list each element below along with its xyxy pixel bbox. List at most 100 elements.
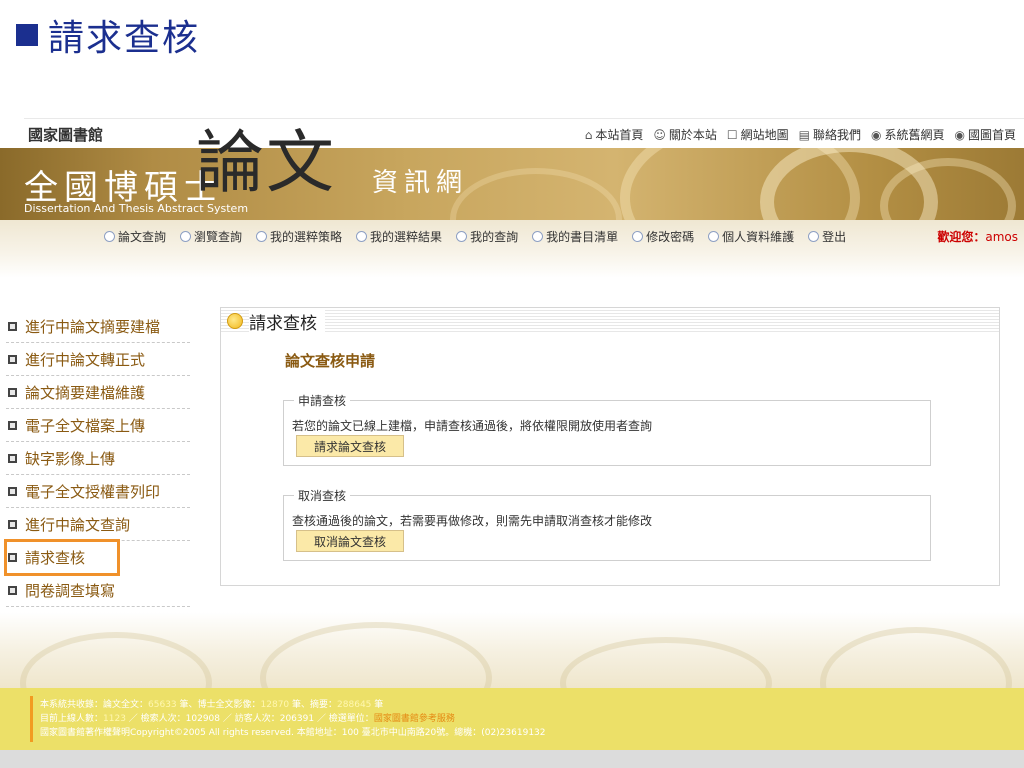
sidebar-item-label: 進行中論文摘要建檔	[25, 317, 161, 336]
welcome-message: 歡迎您：amos	[937, 228, 1018, 245]
nav-item[interactable]: 我的查詢	[456, 228, 518, 245]
nav-item-label: 登出	[822, 230, 847, 244]
square-bullet-icon	[8, 387, 17, 397]
nav-item-label: 我的書目清單	[546, 230, 619, 244]
footer-stats-label: 筆、摘要：	[289, 700, 338, 710]
square-bullet-icon	[8, 420, 17, 430]
footer-visitors-label: 目前上線人數：	[40, 714, 104, 724]
radio-bullet-icon	[808, 231, 820, 242]
main-nav: 論文查詢 瀏覽查詢 我的選粹策略 我的選粹結果 我的查詢 我的書目清單 修改密碼 個人資料維護…	[0, 220, 1024, 278]
main-nav-items: 論文查詢 瀏覽查詢 我的選粹策略 我的選粹結果 我的查詢 我的書目清單 修改密碼 個人資料維護…	[104, 228, 846, 245]
request-review-legend: 申請查核	[294, 392, 351, 409]
radio-bullet-icon	[356, 231, 368, 242]
smile-icon: ☺	[653, 127, 666, 142]
sidebar-item-label: 論文摘要建檔維護	[25, 383, 146, 402]
top-link-label: 聯絡我們	[812, 128, 861, 142]
radio-bullet-icon	[456, 231, 468, 242]
square-bullet-icon	[8, 552, 17, 562]
radio-bullet-icon	[708, 231, 720, 242]
sidebar-item[interactable]: 論文摘要建檔維護	[6, 376, 190, 409]
sidebar-item-label: 進行中論文查詢	[25, 515, 131, 534]
nav-item[interactable]: 我的選粹策略	[256, 228, 342, 245]
square-bullet-icon	[8, 321, 17, 331]
cancel-review-group: 取消查核 查核通過後的論文，若需要再做修改，則需先申請取消查核才能修改 取消論文…	[283, 487, 931, 561]
footer-stats: 本系統共收錄：論文全文：65633 筆、博士全文影像：12870 筆、摘要：28…	[40, 698, 546, 712]
nav-item[interactable]: 個人資料維護	[708, 228, 794, 245]
library-name: 國家圖書館	[28, 126, 104, 144]
footer-ornament-swirl	[820, 627, 1012, 688]
globe-icon: ◉	[871, 127, 882, 142]
sidebar-item-label: 請求查核	[25, 548, 86, 567]
top-link-label: 關於本站	[668, 128, 717, 142]
footer-copyright: 國家圖書館著作權聲明Copyright©2005 All rights rese…	[40, 728, 546, 738]
image-count: 12870	[260, 700, 290, 710]
footer-stats-label: 筆	[371, 700, 384, 710]
footer-text: 本系統共收錄：論文全文：65633 筆、博士全文影像：12870 筆、摘要：28…	[40, 698, 546, 740]
sidebar-item[interactable]: 進行中論文查詢	[6, 508, 190, 541]
home-icon: ⌂	[584, 127, 593, 142]
banner-ornament	[450, 168, 622, 220]
footer-ornament-swirl	[260, 622, 492, 688]
cancel-review-legend: 取消查核	[294, 487, 351, 504]
nav-item-label: 瀏覽查詢	[194, 230, 243, 244]
nav-item[interactable]: 瀏覽查詢	[180, 228, 242, 245]
bulb-icon	[227, 313, 243, 329]
top-links: ⌂ 本站首頁 ☺ 關於本站 ☐ 網站地圖 ▤ 聯絡我們 ◉ 系統舊網頁 ◉ 國圖首頁	[585, 126, 1016, 143]
footer-stats-label: 本系統共收錄：論文全文：	[40, 700, 149, 710]
sidebar-item[interactable]: 問卷調查填寫	[6, 574, 190, 607]
sidebar-item-label: 問卷調查填寫	[25, 581, 116, 600]
request-review-desc: 若您的論文已線上建檔，申請查核通過後，將依權限開放使用者查詢	[292, 419, 653, 433]
footer-accent-bar	[30, 696, 33, 742]
brand-calligraphy: 論文	[196, 124, 337, 203]
brand-subtitle: Dissertation And Thesis Abstract System	[24, 202, 249, 215]
site-banner: 全國博碩士 Dissertation And Thesis Abstract S…	[0, 148, 1024, 220]
abstract-count: 288645	[337, 700, 372, 710]
nav-item[interactable]: 論文查詢	[104, 228, 166, 245]
bottom-strip	[0, 750, 1024, 768]
top-link[interactable]: ⌂ 本站首頁	[585, 126, 644, 143]
radio-bullet-icon	[104, 231, 115, 242]
footer-stats-label: 筆、博士全文影像：	[176, 700, 261, 710]
welcome-label: 歡迎您：	[937, 230, 986, 244]
nav-item[interactable]: 我的書目清單	[532, 228, 618, 245]
sidebar-item[interactable]: 進行中論文摘要建檔	[6, 310, 190, 343]
cancel-review-button[interactable]: 取消論文查核	[296, 530, 404, 552]
nav-item-label: 個人資料維護	[722, 230, 795, 244]
content-panel: 請求查核 論文查核申請 申請查核 若您的論文已線上建檔，申請查核通過後，將依權限…	[220, 307, 1000, 586]
brand-suffix: 資訊網	[372, 168, 469, 198]
fulltext-count: 65633	[148, 700, 177, 710]
request-review-button[interactable]: 請求論文查核	[296, 435, 404, 457]
top-link[interactable]: ◉ 國圖首頁	[955, 126, 1017, 143]
sidebar-item-label: 缺字影像上傳	[25, 449, 116, 468]
top-link-label: 系統舊網頁	[884, 128, 945, 142]
nav-item[interactable]: 修改密碼	[632, 228, 694, 245]
footer-ornament	[0, 612, 1024, 688]
sidebar-item[interactable]: 缺字影像上傳	[6, 442, 190, 475]
top-link[interactable]: ☐ 網站地圖	[727, 126, 789, 143]
sidebar-item[interactable]: 進行中論文轉正式	[6, 343, 190, 376]
sitemap-icon: ☐	[726, 127, 738, 142]
top-link[interactable]: ☺ 關於本站	[653, 126, 717, 143]
nav-item[interactable]: 我的選粹結果	[356, 228, 442, 245]
square-bullet-icon	[8, 519, 17, 529]
reference-service-link[interactable]: 國家圖書館參考服務	[374, 714, 455, 724]
sidebar-item[interactable]: 請求查核	[4, 539, 120, 576]
header-divider	[24, 118, 1024, 119]
sidebar-item[interactable]: 電子全文檔案上傳	[6, 409, 190, 442]
square-bullet-icon	[8, 585, 17, 595]
section-title: 論文查核申請	[285, 352, 376, 370]
sidebar: 進行中論文摘要建檔進行中論文轉正式論文摘要建檔維護電子全文檔案上傳缺字影像上傳電…	[4, 310, 190, 607]
username: amos	[985, 230, 1018, 244]
panel-title: 請求查核	[249, 308, 325, 334]
radio-bullet-icon	[180, 231, 192, 242]
nav-item-label: 論文查詢	[118, 230, 167, 244]
footer-visitors: 目前上線人數：1123 ／ 檢索人次：102908 ／ 訪客人次：206391 …	[40, 712, 546, 726]
radio-bullet-icon	[256, 231, 268, 242]
top-link[interactable]: ▤ 聯絡我們	[799, 126, 861, 143]
sidebar-item[interactable]: 電子全文授權書列印	[6, 475, 190, 508]
footer-visitors-label: ／ 檢索人次：102908 ／ 訪客人次：206391 ／ 檢選單位：	[125, 714, 374, 724]
slide-title: 請求查核	[16, 10, 200, 60]
nav-item[interactable]: 登出	[808, 228, 846, 245]
top-link[interactable]: ◉ 系統舊網頁	[871, 126, 945, 143]
top-link-label: 本站首頁	[595, 128, 644, 142]
